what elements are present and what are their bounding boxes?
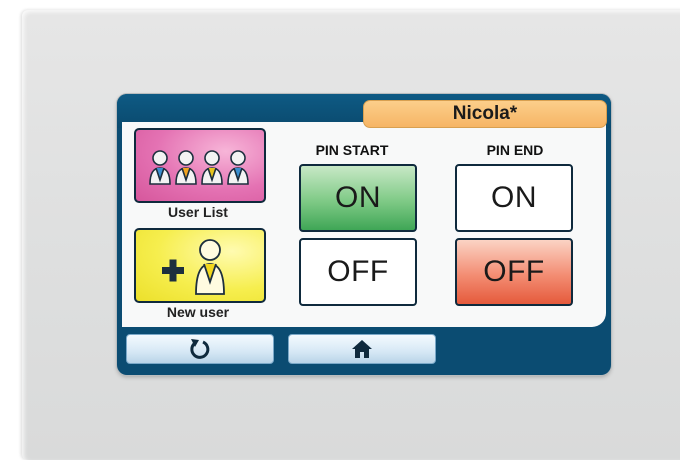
pin-start-off-button[interactable]: OFF xyxy=(299,238,417,306)
new-user-label: New user xyxy=(166,304,230,320)
pin-start-on-button[interactable]: ON xyxy=(299,164,417,232)
touch-screen: Nicola* User List New user PIN START ON … xyxy=(117,94,611,375)
new-user-button[interactable] xyxy=(134,228,266,303)
back-button[interactable] xyxy=(126,334,274,364)
pin-start-title: PIN START xyxy=(315,142,389,158)
add-user-icon xyxy=(162,239,225,295)
pin-end-on-button[interactable]: ON xyxy=(455,164,573,232)
user-list-label: User List xyxy=(168,204,228,220)
user-list-button[interactable] xyxy=(134,128,266,203)
pin-end-title: PIN END xyxy=(486,142,544,158)
home-button[interactable] xyxy=(288,334,436,364)
refresh-back-icon xyxy=(190,339,210,359)
home-icon xyxy=(352,340,372,358)
current-user-label: Nicola* xyxy=(363,100,607,128)
plus-icon xyxy=(162,259,184,282)
user-group-icon xyxy=(149,150,249,185)
pin-end-off-button[interactable]: OFF xyxy=(455,238,573,306)
